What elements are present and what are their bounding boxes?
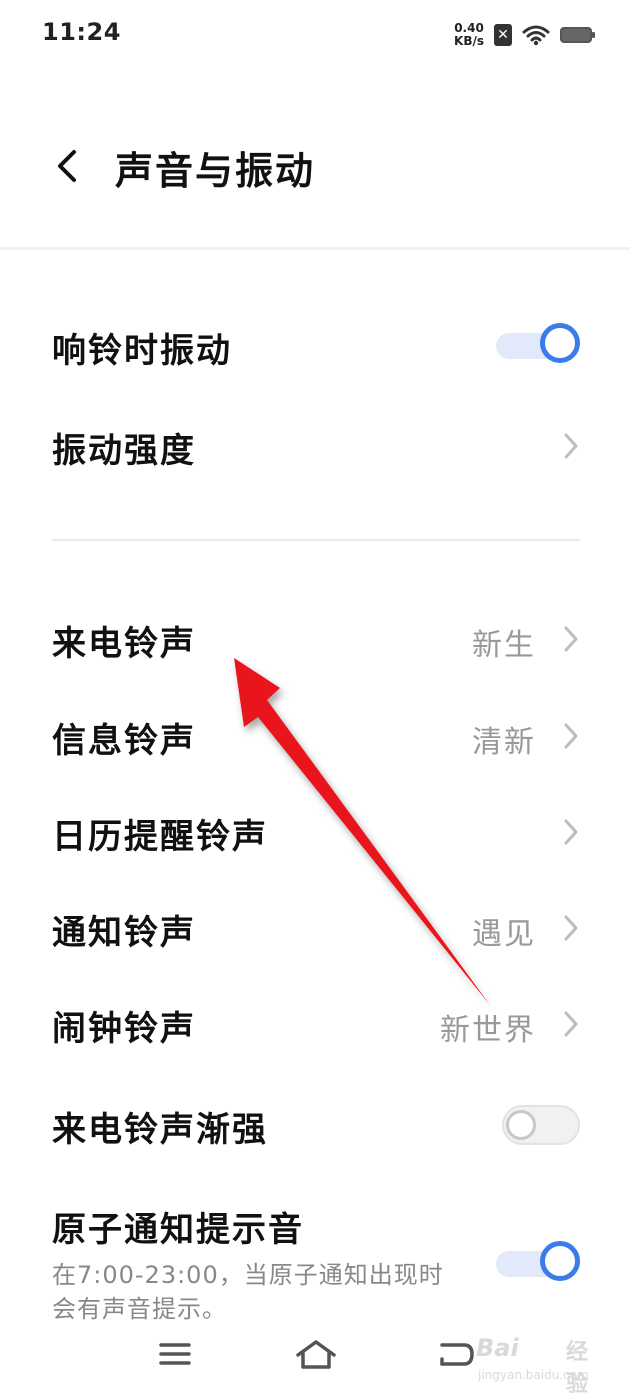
setting-atomic-notification[interactable]: 原子通知提示音 在7:00-23:00，当原子通知出现时会有声音提示。 (0, 1196, 630, 1326)
battery-icon (560, 27, 595, 43)
chevron-right-icon (564, 915, 578, 941)
setting-label: 来电铃声渐强 (52, 1110, 268, 1150)
status-icons: 0.40 KB/s ✕ (454, 20, 595, 50)
setting-vibrate-on-ring[interactable]: 响铃时振动 (0, 315, 630, 377)
setting-label: 响铃时振动 (52, 331, 232, 371)
setting-ringtone-crescendo[interactable]: 来电铃声渐强 (0, 1094, 630, 1156)
chevron-right-icon (564, 626, 578, 652)
status-bar: 11:24 0.40 KB/s ✕ (0, 0, 630, 70)
network-speed: 0.40 KB/s (454, 22, 484, 48)
section-divider (52, 539, 580, 541)
page-title: 声音与振动 (115, 149, 316, 193)
chevron-right-icon (564, 1011, 578, 1037)
chevron-right-icon (564, 819, 578, 845)
setting-label: 日历提醒铃声 (52, 817, 268, 857)
watermark-label: 经验 (566, 1340, 589, 1397)
setting-value: 新生 (472, 628, 536, 663)
setting-message-tone[interactable]: 信息铃声 清新 (0, 705, 630, 767)
toggle-knob (506, 1110, 536, 1140)
setting-value: 遇见 (472, 917, 536, 952)
baidu-jingyan-watermark: Bai 经验 jingyan.baidu.com (476, 1328, 606, 1397)
header-divider (0, 247, 630, 250)
status-time: 11:24 (42, 18, 121, 46)
setting-notification-tone[interactable]: 通知铃声 遇见 (0, 897, 630, 959)
setting-vibration-strength[interactable]: 振动强度 (0, 415, 630, 477)
setting-label: 来电铃声 (52, 624, 196, 664)
toggle-knob (540, 1241, 580, 1281)
setting-label: 通知铃声 (52, 913, 196, 953)
watermark-logo: Bai (476, 1334, 519, 1362)
setting-ringtone[interactable]: 来电铃声 新生 (0, 608, 630, 670)
home-icon[interactable] (294, 1337, 338, 1373)
setting-description: 在7:00-23:00，当原子通知出现时会有声音提示。 (52, 1261, 444, 1323)
menu-icon[interactable] (157, 1337, 193, 1371)
ringtone-crescendo-toggle[interactable] (496, 1102, 580, 1148)
chevron-right-icon (564, 433, 578, 459)
atomic-notification-toggle[interactable] (496, 1241, 580, 1287)
watermark-url: jingyan.baidu.com (478, 1368, 589, 1382)
setting-calendar-tone[interactable]: 日历提醒铃声 (0, 801, 630, 863)
setting-label: 信息铃声 (52, 721, 196, 761)
page-header: 声音与振动 (0, 110, 630, 220)
setting-alarm-tone[interactable]: 闹钟铃声 新世界 (0, 993, 630, 1055)
toggle-knob (540, 323, 580, 363)
setting-value: 清新 (472, 725, 536, 760)
back-icon[interactable] (436, 1337, 476, 1373)
vibrate-on-ring-toggle[interactable] (496, 323, 580, 369)
setting-value: 新世界 (440, 1013, 536, 1048)
network-speed-unit: KB/s (454, 34, 484, 48)
setting-label: 振动强度 (52, 431, 196, 471)
sim-x-icon: ✕ (494, 24, 512, 46)
wifi-icon (522, 25, 550, 46)
setting-label: 原子通知提示音 (52, 1210, 304, 1250)
chevron-right-icon (564, 723, 578, 749)
setting-label: 闹钟铃声 (52, 1009, 196, 1049)
chevron-left-icon[interactable] (48, 146, 88, 186)
